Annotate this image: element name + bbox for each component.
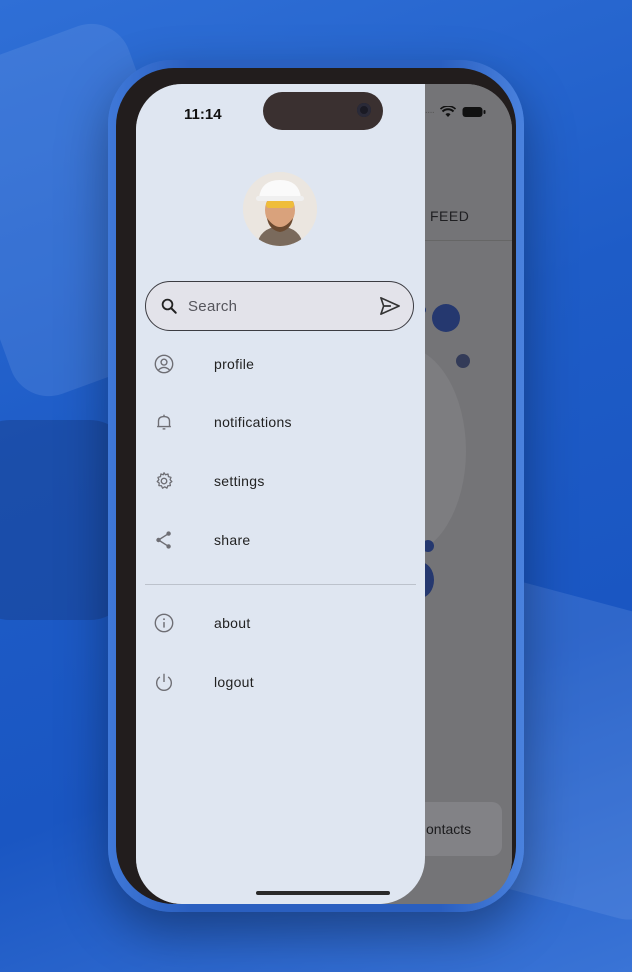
menu-item-about[interactable]: about: [136, 603, 425, 643]
info-icon: [154, 613, 174, 633]
menu-item-label: notifications: [214, 414, 292, 430]
menu-item-label: share: [214, 532, 251, 548]
status-time: 11:14: [184, 106, 222, 123]
dynamic-island: [263, 92, 383, 130]
home-indicator[interactable]: [256, 891, 390, 895]
menu-item-label: profile: [214, 356, 255, 372]
wifi-icon: [440, 106, 456, 117]
avatar-image: [243, 172, 317, 246]
search-input[interactable]: Search: [188, 298, 379, 315]
navigation-drawer: 11:14 Search profile notifications setti…: [136, 84, 425, 904]
tab-feed[interactable]: FEED: [430, 208, 469, 224]
battery-icon: [462, 107, 486, 117]
bell-icon: [157, 414, 171, 430]
phone-screen: ···· FEED ontacts 11:14 Search profile n…: [136, 84, 512, 904]
menu-item-label: about: [214, 615, 251, 631]
decorative-dot: [432, 304, 460, 332]
phone-frame: ···· FEED ontacts 11:14 Search profile n…: [108, 60, 524, 912]
gear-icon: [156, 472, 173, 489]
send-icon[interactable]: [379, 296, 401, 316]
menu-item-notifications[interactable]: notifications: [136, 402, 425, 442]
menu-item-share[interactable]: share: [136, 520, 425, 560]
menu-item-logout[interactable]: logout: [136, 662, 425, 702]
menu-item-profile[interactable]: profile: [136, 344, 425, 384]
power-icon: [156, 673, 172, 691]
menu-item-settings[interactable]: settings: [136, 461, 425, 501]
share-icon: [156, 531, 171, 549]
search-icon: [161, 298, 177, 314]
phone-bezel: ···· FEED ontacts 11:14 Search profile n…: [116, 68, 516, 904]
status-icons: ····: [425, 106, 486, 118]
decorative-dot: [456, 354, 470, 368]
cellular-icon: ····: [424, 106, 435, 118]
account-circle-icon: [154, 354, 174, 374]
menu-divider: [145, 584, 416, 585]
search-bar[interactable]: Search: [145, 281, 414, 331]
camera-icon: [357, 103, 371, 117]
tab-divider: [424, 240, 512, 241]
menu-item-label: settings: [214, 473, 265, 489]
avatar[interactable]: [243, 172, 317, 246]
menu-item-label: logout: [214, 674, 254, 690]
